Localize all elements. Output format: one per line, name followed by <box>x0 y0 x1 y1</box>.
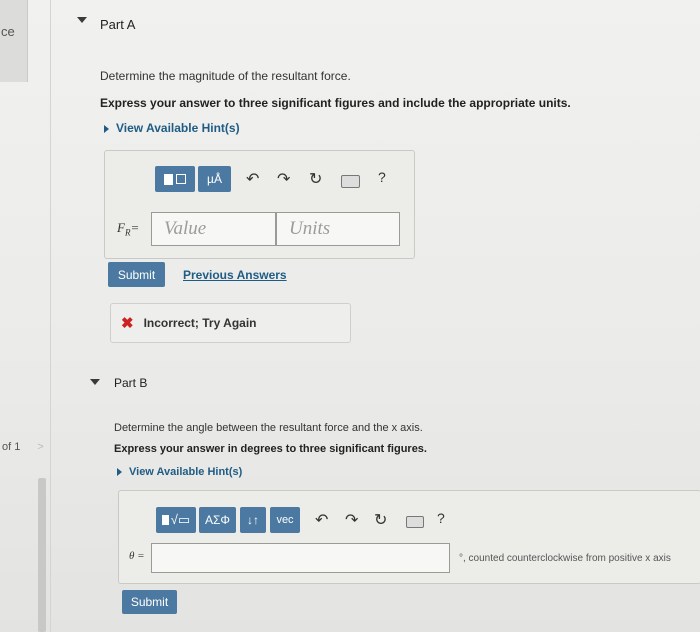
help-icon[interactable]: ? <box>378 169 386 185</box>
reset-icon[interactable]: ↻ <box>309 169 322 189</box>
content-divider <box>50 0 51 632</box>
part-b-submit-button[interactable]: Submit <box>122 590 177 614</box>
expand-arrow-icon <box>104 124 109 133</box>
template-icon <box>161 515 169 525</box>
angle-unit-note: °, counted counterclockwise from positiv… <box>459 553 671 564</box>
part-b-answer-box: √▭ ΑΣΦ ↓↑ vec ↶ ↷ ↻ ? θ = °, counted cou… <box>118 490 700 584</box>
units-symbol-button[interactable]: µÅ <box>198 166 231 192</box>
redo-icon[interactable]: ↷ <box>277 169 290 189</box>
theta-label: θ = <box>129 550 145 562</box>
arrows-button[interactable]: ↓↑ <box>240 507 266 533</box>
page: ce of 1 > Part A Determine the magnitude… <box>0 0 700 632</box>
part-b-instruction: Express your answer in degrees to three … <box>114 443 427 455</box>
part-a-title[interactable]: Part A <box>100 17 135 32</box>
sidebar-cut-label: ce <box>1 24 15 39</box>
answer-label-fr: FR= <box>117 220 139 238</box>
chevron-right-icon[interactable]: > <box>37 441 43 453</box>
part-a-submit-button[interactable]: Submit <box>108 262 165 287</box>
undo-icon[interactable]: ↶ <box>315 510 328 530</box>
part-b-question: Determine the angle between the resultan… <box>114 422 423 434</box>
sqrt-icon: √▭ <box>170 512 191 527</box>
page-nav[interactable]: of 1 > <box>2 441 44 453</box>
redo-icon[interactable]: ↷ <box>345 510 358 530</box>
greek-button[interactable]: ΑΣΦ <box>199 507 236 533</box>
undo-icon[interactable]: ↶ <box>246 169 259 189</box>
page-nav-label: of 1 <box>2 441 21 453</box>
previous-answers-link[interactable]: Previous Answers <box>183 268 287 282</box>
feedback-banner: ✖ Incorrect; Try Again <box>110 303 351 343</box>
collapse-part-a-icon[interactable] <box>77 17 87 23</box>
template-icon-2 <box>176 174 186 184</box>
collapse-part-b-icon[interactable] <box>90 379 100 385</box>
template-icon <box>164 173 173 185</box>
keyboard-icon[interactable] <box>406 516 424 528</box>
keyboard-icon[interactable] <box>341 175 360 188</box>
part-b-hint-label: View Available Hint(s) <box>129 466 243 478</box>
value-input[interactable]: Value <box>151 212 276 246</box>
part-a-instruction: Express your answer to three significant… <box>100 96 571 110</box>
vec-button[interactable]: vec <box>270 507 300 533</box>
error-x-icon: ✖ <box>121 315 134 332</box>
answer-label-f: F <box>117 220 125 235</box>
part-a-hint-link[interactable]: View Available Hint(s) <box>104 121 240 135</box>
feedback-text: Incorrect; Try Again <box>143 316 257 330</box>
left-sidebar: ce <box>0 0 28 82</box>
template-button[interactable] <box>155 166 195 192</box>
part-b-title[interactable]: Part B <box>114 376 147 390</box>
help-icon[interactable]: ? <box>437 510 445 526</box>
reset-icon[interactable]: ↻ <box>374 510 387 530</box>
angle-input[interactable] <box>151 543 450 573</box>
part-a-answer-box: µÅ ↶ ↷ ↻ ? FR= Value Units <box>104 150 415 259</box>
template-button[interactable]: √▭ <box>156 507 196 533</box>
part-a-question: Determine the magnitude of the resultant… <box>100 69 351 83</box>
part-a-hint-label: View Available Hint(s) <box>116 121 240 135</box>
scrollbar[interactable] <box>38 478 46 632</box>
expand-arrow-icon <box>117 468 122 477</box>
units-input[interactable]: Units <box>276 212 400 246</box>
answer-label-eq: = <box>130 220 140 235</box>
part-b-hint-link[interactable]: View Available Hint(s) <box>117 466 242 478</box>
